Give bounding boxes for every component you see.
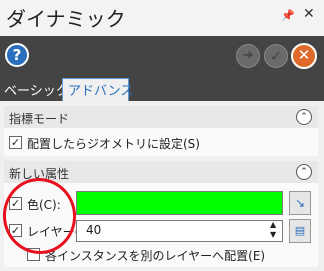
ok-icon[interactable]: ✓ bbox=[264, 44, 288, 68]
set-geometry-label[interactable]: 配置したらジオメトリに設定(S) bbox=[27, 135, 200, 152]
spin-up-icon[interactable]: ▲ bbox=[270, 220, 276, 229]
layer-value[interactable]: 40 bbox=[86, 223, 101, 237]
layer-picker-icon[interactable]: ▤ bbox=[289, 219, 311, 243]
collapse-icon[interactable]: ⌃ bbox=[296, 109, 312, 125]
set-geometry-checkbox[interactable]: ✓ bbox=[9, 136, 22, 149]
close-icon[interactable]: ✕ bbox=[303, 6, 315, 22]
cancel-icon[interactable]: ✕ bbox=[291, 43, 317, 69]
toolbar: ? ➜ ✓ ✕ bbox=[0, 36, 324, 76]
tab-basic[interactable]: ベーシック bbox=[4, 80, 69, 99]
each-instance-label[interactable]: 各インスタンスを別のレイヤーへ配置(E) bbox=[45, 247, 265, 264]
apply-icon[interactable]: ➜ bbox=[236, 44, 260, 68]
spin-down-icon[interactable]: ▼ bbox=[270, 230, 276, 239]
tab-advanced-label[interactable]: アドバンス bbox=[68, 80, 133, 99]
collapse-icon[interactable]: ⌃ bbox=[296, 164, 312, 180]
color-picker-icon[interactable]: ↘ bbox=[289, 191, 311, 215]
window-title: ダイナミック bbox=[6, 7, 126, 31]
help-icon[interactable]: ? bbox=[5, 43, 29, 67]
color-swatch[interactable] bbox=[76, 191, 283, 215]
layer-stepper[interactable] bbox=[76, 220, 283, 242]
guide-mode-title: 指標モード bbox=[9, 112, 70, 126]
pin-icon[interactable]: 📌 bbox=[281, 9, 295, 22]
